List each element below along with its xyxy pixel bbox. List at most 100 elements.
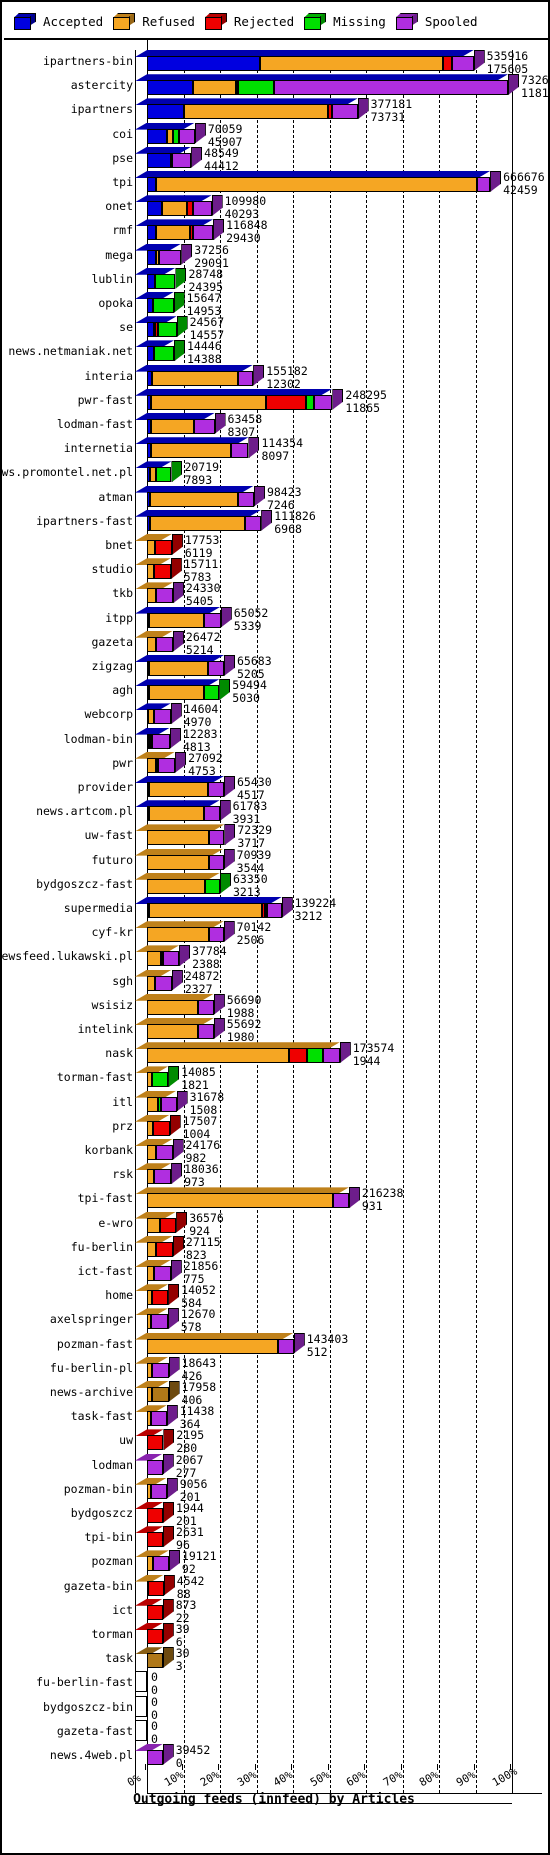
bar-end-cap bbox=[162, 1647, 174, 1669]
x-tick-label: 50% bbox=[307, 1768, 332, 1790]
category-label: uw bbox=[119, 1433, 133, 1448]
bar-row: wsisiz 56690 1988 bbox=[4, 992, 548, 1019]
category-label: torman bbox=[91, 1627, 133, 1641]
bar-row: pozman 19121 92 bbox=[4, 1548, 548, 1576]
bar-segment-refused bbox=[147, 975, 156, 991]
bar-row: gazeta-fast 0 0 bbox=[4, 1718, 548, 1745]
bar-segment-rejected bbox=[265, 394, 306, 410]
legend-swatch-spooled-icon bbox=[395, 12, 418, 30]
bar-end-cap bbox=[173, 292, 185, 313]
category-label: home bbox=[105, 1288, 133, 1303]
bar-row: torman 39 6 bbox=[4, 1621, 548, 1649]
bar-row: tkb 24330 5405 bbox=[4, 580, 548, 608]
bar-segment-rejected bbox=[154, 564, 171, 580]
bar-segment-spooled bbox=[155, 1145, 173, 1160]
bar-segment-missing bbox=[305, 394, 315, 410]
bar-row: news.promontel.net.pl 20719 7893 bbox=[2, 459, 548, 487]
bar-end-cap bbox=[224, 824, 236, 846]
bar-segment-missing bbox=[237, 80, 275, 96]
bar-end-cap bbox=[176, 1211, 188, 1233]
bar-row: atman 98423 7246 bbox=[4, 484, 548, 511]
bar-row: gazeta-bin 4542 88 bbox=[4, 1573, 548, 1600]
bar-segment-spooled bbox=[332, 104, 358, 120]
bar-row: torman-fast 14085 1821 bbox=[4, 1064, 548, 1092]
bar-segment-missing bbox=[152, 298, 174, 313]
bar-row: futuro 70939 3544 bbox=[4, 847, 548, 874]
x-tick-label: 20% bbox=[198, 1768, 222, 1790]
bar-end-cap bbox=[163, 1574, 175, 1596]
bar-row: prz 17507 1004 bbox=[4, 1113, 548, 1140]
bar-segment-spooled bbox=[209, 830, 225, 846]
category-label: onet bbox=[105, 199, 133, 214]
bar-row: nask 173574 1944 bbox=[4, 1040, 548, 1068]
category-label: gazeta-fast bbox=[56, 1723, 133, 1738]
bar-value-primary: 56690 bbox=[226, 992, 262, 1007]
bar-value-primary: 4542 bbox=[176, 1573, 205, 1588]
category-label: wsisiz bbox=[91, 997, 133, 1012]
bar-segment-accepted bbox=[147, 201, 162, 217]
legend-swatch-rejected-icon bbox=[204, 12, 227, 30]
bar-segment-missing bbox=[157, 322, 177, 338]
legend-swatch-accepted-icon bbox=[14, 12, 36, 30]
bar-value-primary: 155182 bbox=[266, 363, 308, 378]
bar-row: tpi 666676 42459 bbox=[4, 169, 548, 197]
bar-segment-refused bbox=[147, 830, 210, 846]
bar-end-cap bbox=[162, 1598, 174, 1620]
category-label: bydgoszcz-bin bbox=[42, 1699, 133, 1714]
bar-segment-refused bbox=[150, 443, 231, 459]
x-tick-label: 0% bbox=[125, 1771, 143, 1790]
bar-segment-refused bbox=[147, 927, 210, 943]
bar-end-cap bbox=[219, 679, 231, 701]
bar-segment-refused bbox=[147, 1338, 279, 1354]
bar-segment-refused bbox=[147, 999, 199, 1015]
bar-segment-refused bbox=[149, 782, 208, 797]
x-tick-label: 70% bbox=[380, 1768, 405, 1790]
category-label: itpp bbox=[105, 610, 133, 625]
bar-value-primary: 27092 bbox=[188, 750, 223, 765]
x-tick-mark bbox=[473, 1764, 475, 1770]
bar-segment-refused bbox=[147, 636, 157, 652]
category-label: pozman bbox=[91, 1554, 133, 1569]
category-label: torman-fast bbox=[56, 1070, 133, 1085]
bar-row: pozman-bin 9056 201 bbox=[4, 1476, 548, 1503]
category-label: pozman-fast bbox=[56, 1336, 133, 1351]
category-label: supermedia bbox=[63, 901, 133, 915]
bar-segment-rejected bbox=[159, 1217, 177, 1233]
category-label: tpi-fast bbox=[77, 1191, 133, 1206]
bar-segment-other bbox=[147, 1653, 163, 1669]
bar-segment-spooled bbox=[151, 1483, 167, 1499]
plot-area: ipartners-bin535916175605astercity732637… bbox=[2, 40, 548, 1853]
bar-row: agh 59494 5030 bbox=[4, 677, 548, 705]
bar-segment-missing bbox=[155, 273, 176, 289]
bar-segment-refused bbox=[147, 757, 157, 773]
bar-row: webcorp 14604 4970 bbox=[4, 701, 548, 729]
bar-row: news.artcom.pl 61783 3931 bbox=[4, 798, 548, 826]
bar-row: fu-berlin 27115 823 bbox=[4, 1234, 548, 1261]
bar-segment-spooled bbox=[172, 152, 192, 168]
bar-segment-accepted bbox=[147, 249, 157, 265]
bar-segment-spooled bbox=[156, 636, 173, 652]
bar-end-cap bbox=[163, 1502, 175, 1523]
bar-end-cap bbox=[170, 558, 182, 580]
bar-row: internetia 114354 8097 bbox=[4, 435, 548, 463]
x-axis-title: Outgoing feeds (innfeed) by Articles bbox=[133, 1792, 415, 1807]
bar-end-cap bbox=[220, 872, 231, 894]
bar-end-cap bbox=[170, 703, 182, 725]
bar-end-cap bbox=[171, 1163, 183, 1185]
bar-value-primary: 70939 bbox=[236, 847, 272, 862]
bar-value-primary: 0 bbox=[151, 1718, 158, 1733]
bar-segment-spooled bbox=[162, 951, 180, 967]
category-label: fu-berlin-pl bbox=[49, 1360, 133, 1375]
bar-value-primary: 2067 bbox=[175, 1452, 204, 1467]
bar-end-cap bbox=[168, 1550, 180, 1572]
bar-row: newsfeed.lukawski.pl 37784 2388 bbox=[2, 943, 548, 971]
bar-segment-spooled bbox=[153, 709, 171, 725]
bar-end-cap bbox=[172, 1235, 184, 1257]
bar-row: astercity732637118154 bbox=[4, 72, 548, 100]
bar-segment-spooled bbox=[147, 1750, 163, 1765]
bar-row: ipartners-fast 111826 6968 bbox=[4, 508, 548, 535]
bar-segment-refused bbox=[150, 419, 195, 434]
bar-value-primary: 18643 bbox=[181, 1355, 217, 1370]
bar-row: bydgoszcz-bin 0 0 bbox=[4, 1694, 548, 1721]
bar-value-primary: 70059 bbox=[207, 121, 243, 136]
